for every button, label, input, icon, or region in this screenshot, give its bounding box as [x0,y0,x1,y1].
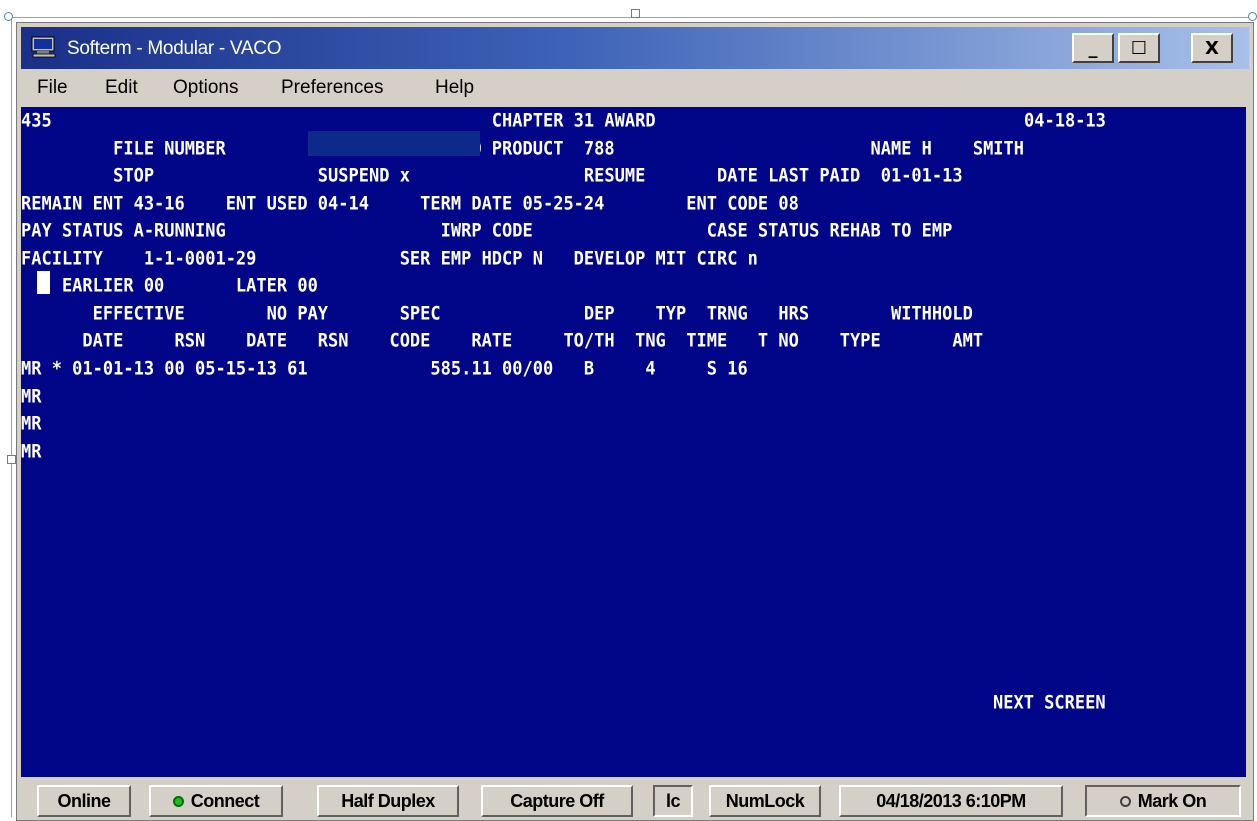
status-connect[interactable]: Connect [149,785,283,817]
status-datetime: 04/18/2013 6:10PM [839,785,1063,817]
selection-handle-top-left[interactable] [4,12,13,21]
softerm-window: Softerm - Modular - VACO _ ☐ X File Edit… [16,22,1254,821]
status-lc[interactable]: lc [653,785,693,817]
redacted-file-number [308,131,480,156]
menu-preferences[interactable]: Preferences [281,77,383,99]
terminal-award-row: MR [21,386,42,408]
menu-edit[interactable]: Edit [105,77,138,99]
status-numlock[interactable]: NumLock [709,785,821,817]
selection-frame-left [11,17,12,817]
title-bar[interactable]: Softerm - Modular - VACO _ ☐ X [21,27,1249,69]
status-mark[interactable]: Mark On [1085,785,1241,817]
menu-options[interactable]: Options [173,77,238,99]
terminal-award-row: MR [21,441,42,463]
menu-file[interactable]: File [37,77,68,99]
close-button[interactable]: X [1191,33,1233,63]
status-duplex[interactable]: Half Duplex [317,785,459,817]
status-online[interactable]: Online [37,785,131,817]
selection-handle-top-middle[interactable] [631,9,640,18]
selection-handle-middle-left[interactable] [7,455,16,464]
status-mark-label: Mark On [1137,790,1207,811]
status-connect-label: Connect [190,790,260,811]
terminal-line-file-number: FILE NUMBER -00 END PRODUCT 788 NAME H S… [21,138,1025,160]
minimize-button[interactable]: _ [1072,33,1114,63]
status-capture[interactable]: Capture Off [481,785,633,817]
selection-handle-top-right[interactable] [1248,12,1257,21]
terminal-award-row: MR [21,413,42,435]
terminal-line-earlier-later: EARLIER 00 LATER 00 [21,275,318,297]
terminal-app-icon [31,36,56,58]
terminal-column-header-1: EFFECTIVE NO PAY SPEC DEP TYP TRNG HRS W… [21,303,973,325]
terminal-screen[interactable]: 435 CHAPTER 31 AWARD 04-18-13 FILE NUMBE… [21,107,1246,777]
terminal-line-stop-suspend: STOP SUSPEND x RESUME DATE LAST PAID 01-… [21,165,963,187]
terminal-award-row: MR * 01-01-13 00 05-15-13 61 585.11 00/0… [21,358,748,380]
status-bar: Online Connect Half Duplex Capture Off l… [21,781,1249,819]
terminal-column-header-2: DATE RSN DATE RSN CODE RATE TO/TH TNG TI… [21,330,984,352]
selection-frame-top [8,17,1252,18]
menu-bar: File Edit Options Preferences Help [21,72,1249,104]
connect-indicator-icon [172,795,184,807]
terminal-line-entitlement: REMAIN ENT 43-16 ENT USED 04-14 TERM DAT… [21,193,799,215]
terminal-line-facility: FACILITY 1-1-0001-29 SER EMP HDCP N DEVE… [21,248,758,270]
mark-indicator-icon [1119,795,1131,807]
menu-help[interactable]: Help [435,77,474,99]
maximize-button[interactable]: ☐ [1118,33,1160,63]
terminal-line-header: 435 CHAPTER 31 AWARD 04-18-13 [21,110,1106,132]
terminal-line-pay-status: PAY STATUS A-RUNNING IWRP CODE CASE STAT… [21,220,953,242]
next-screen-label: NEXT SCREEN [993,692,1106,714]
window-title: Softerm - Modular - VACO [67,38,282,59]
